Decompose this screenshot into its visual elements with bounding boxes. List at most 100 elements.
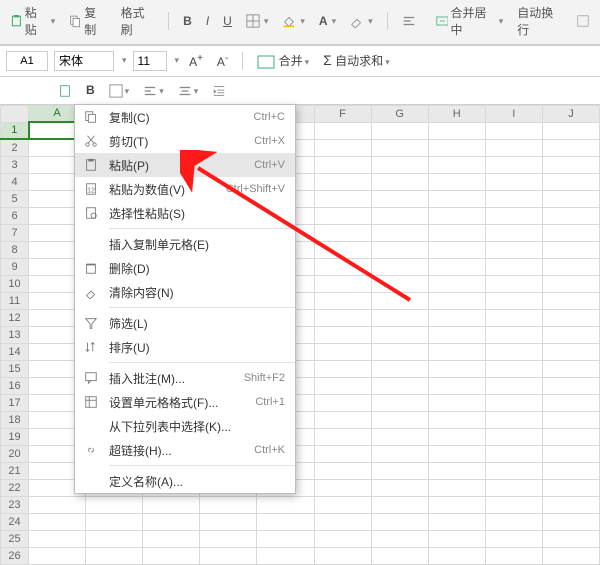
cell[interactable]	[371, 479, 428, 496]
borders-button[interactable]: ▾	[242, 12, 273, 30]
cell[interactable]	[428, 139, 485, 156]
cell[interactable]	[542, 496, 599, 513]
cell[interactable]	[428, 190, 485, 207]
cell[interactable]	[428, 343, 485, 360]
cell[interactable]	[257, 530, 314, 547]
copy-button[interactable]: 复制	[65, 2, 110, 40]
cell[interactable]	[314, 530, 371, 547]
cell[interactable]	[485, 343, 542, 360]
cell[interactable]	[371, 309, 428, 326]
row-header[interactable]: 25	[1, 530, 29, 547]
align-left-button[interactable]: ▾	[139, 81, 168, 100]
row-header[interactable]: 22	[1, 479, 29, 496]
menu-item[interactable]: 清除内容(N)	[75, 280, 295, 304]
cell[interactable]	[485, 513, 542, 530]
cell[interactable]	[485, 428, 542, 445]
cell[interactable]	[29, 547, 86, 564]
menu-item[interactable]: 选择性粘贴(S)	[75, 201, 295, 225]
menu-item[interactable]: 插入批注(M)...Shift+F2	[75, 366, 295, 390]
cell[interactable]	[542, 122, 599, 139]
cell[interactable]	[371, 139, 428, 156]
cell[interactable]	[485, 139, 542, 156]
row-header[interactable]: 24	[1, 513, 29, 530]
cell[interactable]	[29, 530, 86, 547]
cell[interactable]	[542, 241, 599, 258]
formatpainter-button[interactable]: 格式刷	[117, 2, 159, 40]
row-header[interactable]: 16	[1, 377, 29, 394]
row-header[interactable]: 19	[1, 428, 29, 445]
cell[interactable]	[485, 411, 542, 428]
cell[interactable]	[314, 445, 371, 462]
row-header[interactable]: 8	[1, 241, 29, 258]
cell[interactable]	[257, 513, 314, 530]
cell[interactable]	[485, 207, 542, 224]
cell[interactable]	[542, 173, 599, 190]
column-header[interactable]: G	[371, 105, 428, 122]
cell[interactable]	[200, 513, 257, 530]
cell[interactable]	[371, 530, 428, 547]
menu-item[interactable]: 插入复制单元格(E)	[75, 232, 295, 256]
menu-item[interactable]: 粘贴(P)Ctrl+V	[75, 153, 295, 177]
menu-item[interactable]: 超链接(H)...Ctrl+K	[75, 438, 295, 462]
cell[interactable]	[371, 241, 428, 258]
menu-item[interactable]: 排序(U)	[75, 335, 295, 359]
menu-item[interactable]: 12粘贴为数值(V)Ctrl+Shift+V	[75, 177, 295, 201]
cell[interactable]	[542, 411, 599, 428]
cell[interactable]	[485, 394, 542, 411]
menu-item[interactable]: 筛选(L)	[75, 311, 295, 335]
cell[interactable]	[428, 275, 485, 292]
cell[interactable]	[314, 275, 371, 292]
cell[interactable]	[371, 462, 428, 479]
cell[interactable]	[314, 173, 371, 190]
cell[interactable]	[542, 275, 599, 292]
cell[interactable]	[542, 224, 599, 241]
cell[interactable]	[371, 207, 428, 224]
row-header[interactable]: 23	[1, 496, 29, 513]
row-header[interactable]: 7	[1, 224, 29, 241]
italic-button[interactable]: I	[202, 12, 213, 30]
cell[interactable]	[314, 547, 371, 564]
cell[interactable]	[542, 462, 599, 479]
align-button[interactable]	[398, 12, 420, 30]
fillcolor-button[interactable]: ▾	[278, 12, 309, 30]
row-header[interactable]: 18	[1, 411, 29, 428]
fontsize-input[interactable]	[133, 51, 167, 71]
row-header[interactable]: 14	[1, 343, 29, 360]
cell[interactable]	[485, 241, 542, 258]
select-all-corner[interactable]	[1, 105, 29, 122]
cell[interactable]	[428, 360, 485, 377]
cell[interactable]	[542, 530, 599, 547]
cell[interactable]	[428, 292, 485, 309]
cell[interactable]	[485, 547, 542, 564]
cell[interactable]	[86, 530, 143, 547]
menu-item[interactable]: 设置单元格格式(F)...Ctrl+1	[75, 390, 295, 414]
cell[interactable]	[542, 258, 599, 275]
cell[interactable]	[542, 309, 599, 326]
row-header[interactable]: 17	[1, 394, 29, 411]
cell[interactable]	[542, 428, 599, 445]
cell[interactable]	[428, 462, 485, 479]
cell[interactable]	[542, 445, 599, 462]
cell[interactable]	[200, 496, 257, 513]
cell[interactable]	[428, 496, 485, 513]
cell[interactable]	[542, 513, 599, 530]
cell[interactable]	[371, 173, 428, 190]
cell[interactable]	[86, 513, 143, 530]
cell[interactable]	[428, 513, 485, 530]
cell[interactable]	[371, 428, 428, 445]
cell[interactable]	[428, 428, 485, 445]
cell[interactable]	[371, 513, 428, 530]
cell[interactable]	[428, 411, 485, 428]
row-header[interactable]: 1	[1, 122, 29, 139]
cell[interactable]	[428, 207, 485, 224]
bold-mini-button[interactable]: B	[82, 81, 99, 99]
cell[interactable]	[542, 547, 599, 564]
cell[interactable]	[485, 309, 542, 326]
align-center-button[interactable]: ▾	[174, 81, 203, 100]
column-header[interactable]: H	[428, 105, 485, 122]
cell[interactable]	[485, 156, 542, 173]
cell[interactable]	[314, 462, 371, 479]
cell[interactable]	[29, 513, 86, 530]
row-header[interactable]: 26	[1, 547, 29, 564]
decrease-font-button[interactable]: A-	[213, 51, 232, 71]
